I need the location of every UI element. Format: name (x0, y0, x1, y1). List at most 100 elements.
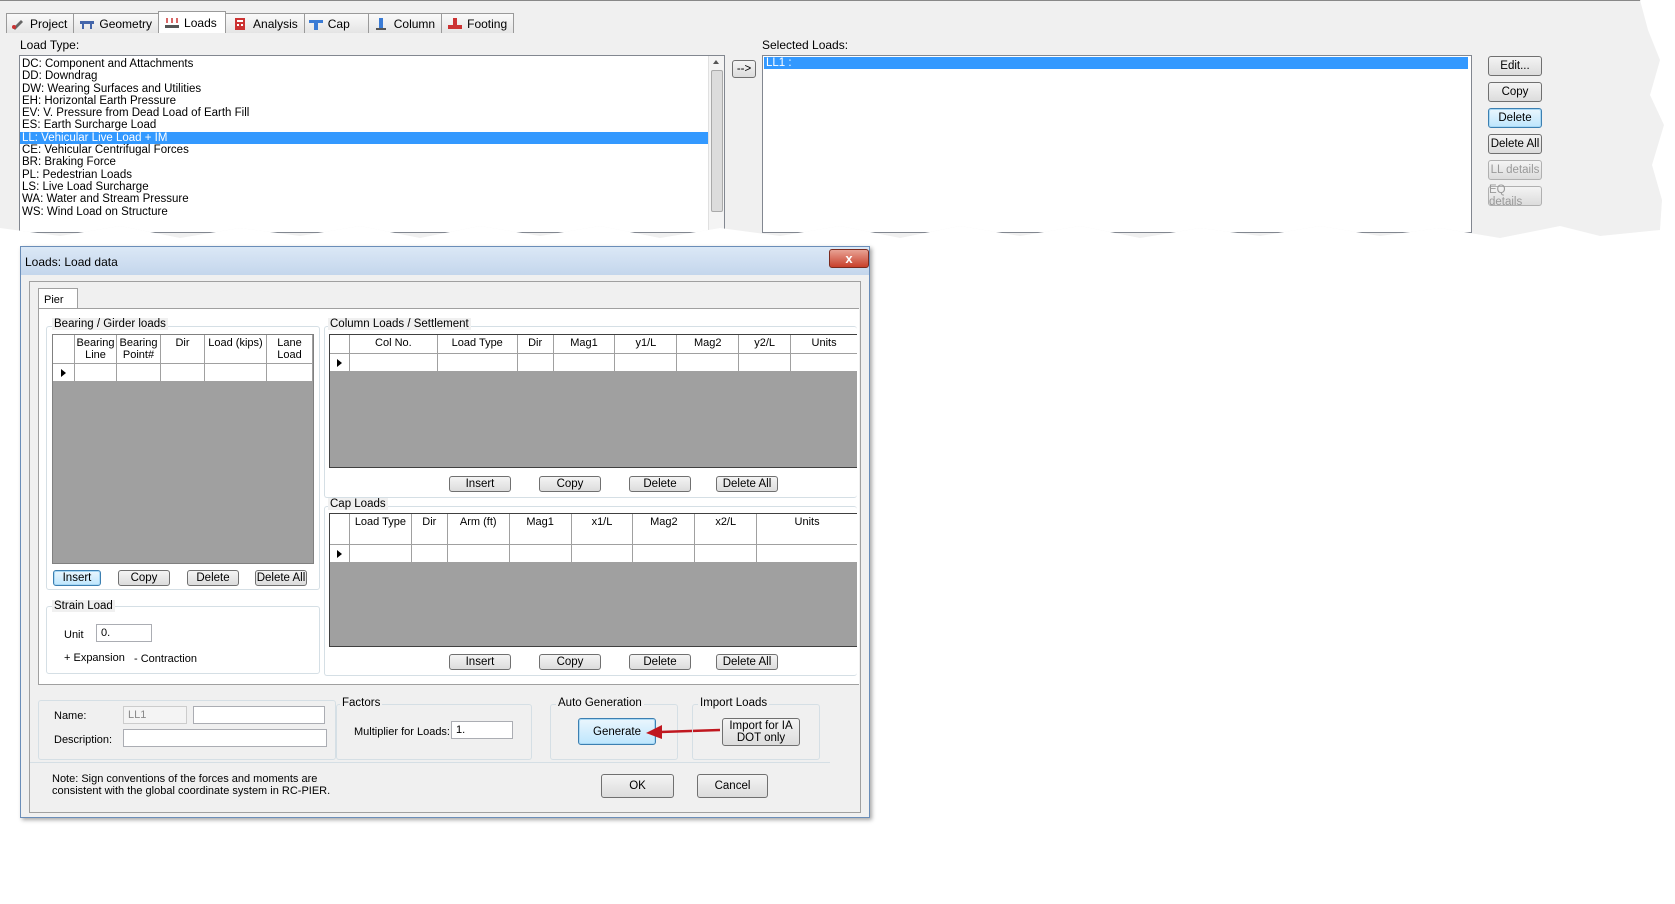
load-type-item[interactable]: DC: Component and Attachments (20, 58, 708, 70)
col-col-no[interactable]: Col No. (350, 335, 438, 353)
col-dir[interactable]: Dir (518, 335, 554, 353)
tab-column[interactable]: Column (367, 13, 443, 33)
tab-footing[interactable]: Footing (441, 13, 515, 33)
col-y1l[interactable]: y1/L (615, 335, 678, 353)
load-type-item[interactable]: BR: Braking Force (20, 156, 708, 168)
table-row[interactable] (330, 545, 857, 563)
col-mag2[interactable]: Mag2 (677, 335, 740, 353)
selected-load-item[interactable]: LL1 : (764, 57, 1468, 70)
delete-all-loads-button[interactable]: Delete All (1488, 134, 1542, 154)
bearing-delete-button[interactable]: Delete (187, 570, 239, 586)
col-dir[interactable]: Dir (412, 514, 448, 544)
cap-loads-title: Cap Loads (328, 498, 388, 510)
loads-icon (165, 17, 180, 29)
main-tab-bar: Project Geometry Loads Analysis Cap Colu… (6, 11, 515, 33)
name-input[interactable]: LL1 (123, 706, 187, 724)
load-type-item[interactable]: DW: Wearing Surfaces and Utilities (20, 83, 708, 95)
col-arm[interactable]: Arm (ft) (448, 514, 510, 544)
delete-load-button[interactable]: Delete (1488, 108, 1542, 128)
sign-convention-note: Note: Sign conventions of the forces and… (52, 773, 331, 797)
tab-pier[interactable]: Pier (38, 288, 78, 308)
load-data-dialog: Loads: Load data x Pier Bearing / Girder… (20, 246, 870, 818)
footing-icon (448, 17, 463, 30)
bearing-insert-button[interactable]: Insert (53, 570, 101, 586)
row-pointer-icon (336, 358, 342, 367)
load-type-item[interactable]: EV: V. Pressure from Dead Load of Earth … (20, 107, 708, 119)
load-type-item[interactable]: CE: Vehicular Centrifugal Forces (20, 144, 708, 156)
loads-tab-panel: Project Geometry Loads Analysis Cap Colu… (0, 0, 1664, 238)
load-type-item[interactable]: LL: Vehicular Live Load + IM (20, 131, 708, 145)
cap-copy-button[interactable]: Copy (539, 654, 601, 670)
col-mag2[interactable]: Mag2 (633, 514, 696, 544)
column-loads-grid[interactable]: Col No. Load Type Dir Mag1 y1/L Mag2 y2/… (329, 334, 857, 468)
col-mag1[interactable]: Mag1 (554, 335, 616, 353)
ll-details-button[interactable]: LL details (1488, 160, 1542, 180)
load-type-item[interactable]: ES: Earth Surcharge Load (20, 119, 708, 131)
close-icon[interactable]: x (829, 249, 869, 268)
col-units[interactable]: Units (757, 514, 857, 544)
column-delete-all-button[interactable]: Delete All (716, 476, 778, 492)
scroll-up-icon[interactable] (713, 60, 719, 64)
load-type-item[interactable]: DD: Downdrag (20, 70, 708, 82)
multiplier-input[interactable]: 1. (451, 721, 513, 739)
col-bearing-point[interactable]: Bearing Point# (117, 335, 161, 363)
copy-load-button[interactable]: Copy (1488, 82, 1542, 102)
col-x2l[interactable]: x2/L (695, 514, 758, 544)
col-load-type[interactable]: Load Type (350, 514, 412, 544)
col-mag1[interactable]: Mag1 (510, 514, 572, 544)
add-load-arrow-button[interactable]: --> (732, 60, 756, 78)
name-label: Name: (54, 710, 87, 722)
import-ia-dot-button[interactable]: Import for IA DOT only (722, 718, 800, 746)
column-delete-button[interactable]: Delete (629, 476, 691, 492)
bearing-grid[interactable]: Bearing Line Bearing Point# Dir Load (ki… (52, 334, 314, 564)
cap-delete-all-button[interactable]: Delete All (716, 654, 778, 670)
load-type-item[interactable]: EH: Horizontal Earth Pressure (20, 95, 708, 107)
tab-project[interactable]: Project (6, 13, 75, 33)
scroll-thumb[interactable] (711, 70, 723, 212)
eq-details-button[interactable]: EQ details (1488, 184, 1542, 208)
load-type-item[interactable]: LS: Live Load Surcharge (20, 181, 708, 193)
load-type-scrollbar[interactable] (708, 56, 724, 232)
edit-button[interactable]: Edit... (1488, 56, 1542, 76)
tab-loads[interactable]: Loads (158, 11, 227, 33)
column-icon (375, 17, 389, 30)
load-type-item[interactable]: PL: Pedestrian Loads (20, 169, 708, 181)
strain-unit-input[interactable]: 0. (96, 624, 152, 642)
col-y2l[interactable]: y2/L (739, 335, 792, 353)
tab-geometry[interactable]: Geometry (73, 13, 160, 33)
col-load[interactable]: Load (kips) (205, 335, 267, 363)
geometry-icon (80, 18, 95, 30)
load-type-item[interactable]: WA: Water and Stream Pressure (20, 193, 708, 205)
col-dir[interactable]: Dir (161, 335, 205, 363)
cap-insert-button[interactable]: Insert (449, 654, 511, 670)
col-bearing-line[interactable]: Bearing Line (75, 335, 117, 363)
selected-loads-list[interactable]: LL1 : (762, 55, 1472, 233)
tab-analysis[interactable]: Analysis (225, 13, 305, 33)
cap-delete-button[interactable]: Delete (629, 654, 691, 670)
cap-icon (308, 18, 323, 30)
cap-loads-grid[interactable]: Load Type Dir Arm (ft) Mag1 x1/L Mag2 x2… (329, 513, 857, 647)
col-x1l[interactable]: x1/L (572, 514, 634, 544)
load-type-item[interactable]: WS: Wind Load on Structure (20, 206, 708, 218)
bearing-delete-all-button[interactable]: Delete All (255, 570, 307, 586)
tab-cap[interactable]: Cap (303, 13, 369, 33)
row-pointer-icon (336, 549, 342, 558)
load-type-list[interactable]: DC: Component and Attachments DD: Downdra… (19, 55, 725, 233)
dialog-title: Loads: Load data (25, 255, 118, 269)
load-type-label: Load Type: (20, 38, 80, 52)
table-row[interactable] (53, 364, 313, 382)
name-extra-input[interactable] (193, 706, 325, 724)
column-insert-button[interactable]: Insert (449, 476, 511, 492)
column-copy-button[interactable]: Copy (539, 476, 601, 492)
cancel-button[interactable]: Cancel (697, 774, 768, 798)
contraction-label: - Contraction (134, 653, 197, 665)
col-lane-load[interactable]: Lane Load (267, 335, 313, 363)
dialog-titlebar[interactable] (21, 247, 869, 275)
description-label: Description: (54, 734, 113, 746)
ok-button[interactable]: OK (601, 774, 674, 798)
table-row[interactable] (330, 354, 857, 372)
col-load-type[interactable]: Load Type (438, 335, 518, 353)
bearing-copy-button[interactable]: Copy (118, 570, 170, 586)
col-units[interactable]: Units (791, 335, 857, 353)
description-input[interactable] (123, 729, 327, 747)
